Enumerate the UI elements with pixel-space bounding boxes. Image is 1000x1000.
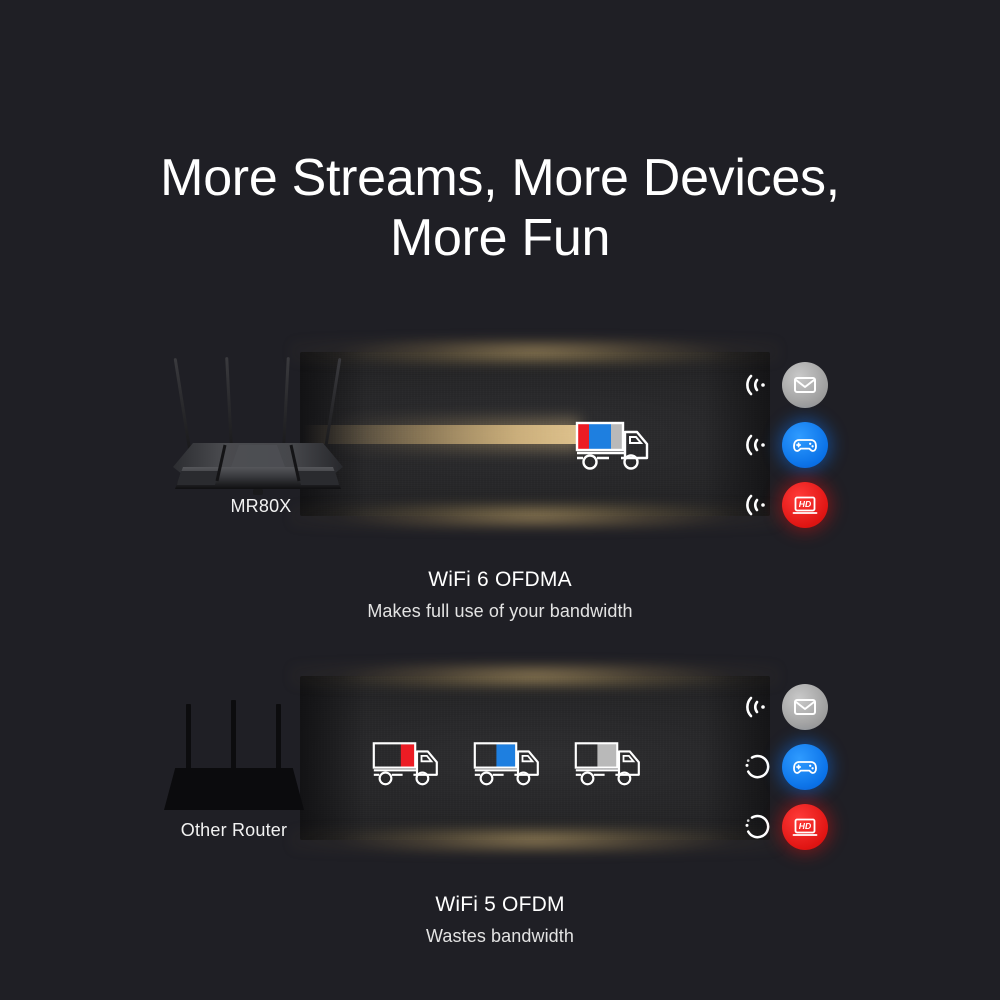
wifi5-caption-main: WiFi 5 OFDM (435, 893, 565, 916)
antenna-3 (276, 704, 281, 770)
loading-spinner-icon-game-2 (742, 752, 772, 782)
gamepad-icon (793, 439, 817, 452)
device-game-2 (782, 744, 828, 790)
other-router: Other Router (164, 700, 304, 860)
wifi6-caption-main: WiFi 6 OFDMA (428, 568, 572, 591)
antenna-1 (173, 357, 191, 450)
other-router-label: Other Router (180, 820, 288, 840)
page-title-line-2: More Fun (389, 209, 611, 267)
page-title: More Streams, More Devices, More Fun (0, 148, 1000, 268)
page-title-line-1: More Streams, More Devices, (160, 149, 840, 207)
hd-label: HD (799, 499, 811, 509)
antenna-4 (324, 357, 342, 450)
antenna-3 (282, 357, 290, 450)
promo-graphic: More Streams, More Devices, More Fun MR8… (0, 0, 1000, 1000)
loading-spinner-icon-hd-2 (742, 812, 772, 842)
truck-icon (473, 742, 539, 786)
envelope-icon (794, 377, 816, 393)
antenna-2 (225, 357, 233, 450)
full-load-truck (575, 420, 655, 472)
mr80x-router-label: MR80X (230, 496, 292, 516)
device-game-1 (782, 422, 828, 468)
panel-glow-bottom (290, 503, 780, 529)
wifi6-caption-sub: Makes full use of your bandwidth (367, 601, 633, 621)
game-truck (473, 740, 545, 788)
device-hd-1: HD (782, 482, 828, 528)
hd-monitor-icon: HD (792, 818, 818, 836)
panel-glow-bottom (290, 827, 780, 853)
antenna-2 (231, 700, 236, 770)
device-mail-2 (782, 684, 828, 730)
other-router-graphic (164, 700, 304, 810)
hd-monitor-icon: HD (792, 496, 818, 514)
panel-glow-top (290, 663, 780, 689)
hd-label: HD (799, 821, 811, 831)
envelope-icon (794, 699, 816, 715)
mr80x-router: MR80X (168, 355, 354, 525)
wifi-signal-icon-hd-1 (742, 490, 772, 520)
wifi5-caption-sub: Wastes bandwidth (425, 926, 574, 946)
device-hd-2: HD (782, 804, 828, 850)
wifi-signal-icon-mail-2 (742, 692, 772, 722)
wifi6-caption: WiFi 6 OFDMA Makes full use of your band… (0, 568, 1000, 622)
mail-truck (372, 740, 444, 788)
device-mail-1 (782, 362, 828, 408)
antenna-1 (186, 704, 191, 770)
truck-icon (575, 421, 649, 470)
other-router-body (164, 768, 304, 810)
panel-glow-top (290, 339, 780, 365)
wifi-signal-icon-game-1 (742, 430, 772, 460)
gamepad-icon (793, 761, 817, 774)
wifi-signal-icon-mail-1 (742, 370, 772, 400)
truck-icon (372, 742, 438, 786)
wifi5-caption: WiFi 5 OFDM Wastes bandwidth (0, 893, 1000, 947)
video-truck (574, 740, 646, 788)
truck-icon (574, 742, 640, 786)
mr80x-graphic (168, 355, 348, 495)
